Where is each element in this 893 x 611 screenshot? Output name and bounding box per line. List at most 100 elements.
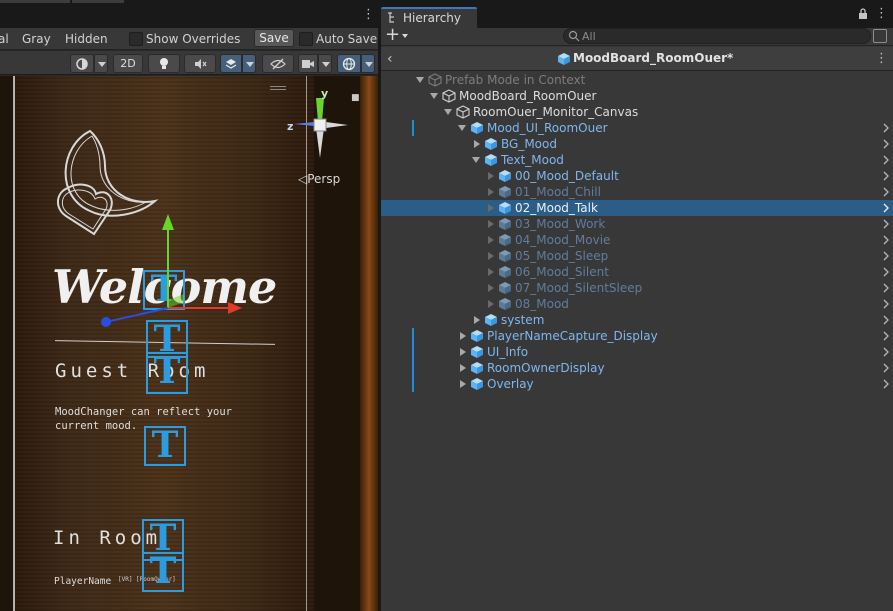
hierarchy-row[interactable]: BG_Mood — [381, 136, 893, 152]
scene-viewport[interactable]: Welcome Guest Room MoodChanger can refle… — [0, 76, 378, 611]
foldout-collapsed-icon[interactable] — [488, 236, 494, 244]
gray-mode-option[interactable]: Gray — [22, 32, 51, 46]
lock-icon[interactable] — [858, 8, 868, 20]
chevron-right-icon[interactable] — [883, 155, 889, 165]
chevron-right-icon[interactable] — [883, 139, 889, 149]
foldout-collapsed-icon[interactable] — [460, 364, 466, 372]
foldout-collapsed-icon[interactable] — [488, 172, 494, 180]
foldout-collapsed-icon[interactable] — [488, 220, 494, 228]
shading-mode-dropdown[interactable] — [94, 54, 108, 73]
viewport-grip-icon[interactable] — [270, 86, 286, 90]
override-indicator-bar — [412, 120, 414, 136]
foldout-collapsed-icon[interactable] — [474, 316, 480, 324]
hierarchy-tree[interactable]: Prefab Mode in Context MoodBoard_RoomOuer… — [381, 72, 893, 611]
foldout-collapsed-icon[interactable] — [488, 268, 494, 276]
chevron-right-icon[interactable] — [883, 171, 889, 181]
scene-menu-kebab-icon[interactable]: ⋮ — [362, 8, 375, 22]
chevron-right-icon[interactable] — [883, 363, 889, 373]
hierarchy-row[interactable]: RoomOwnerDisplay — [381, 360, 893, 376]
projection-toggle[interactable]: ◁Persp — [298, 172, 340, 186]
foldout-collapsed-icon[interactable] — [488, 252, 494, 260]
shading-sphere-icon — [76, 58, 88, 70]
prefab-menu-kebab-icon[interactable]: ⋮ — [875, 52, 888, 66]
chevron-right-icon[interactable] — [883, 283, 889, 293]
normal-mode-option[interactable]: al — [0, 32, 9, 46]
chevron-right-icon[interactable] — [883, 203, 889, 213]
scene-tab-stub[interactable] — [72, 0, 124, 3]
foldout-expanded-icon[interactable] — [430, 93, 438, 99]
foldout-collapsed-icon[interactable] — [488, 284, 494, 292]
camera-settings-button[interactable] — [298, 54, 318, 73]
chevron-right-icon[interactable] — [883, 267, 889, 277]
hierarchy-row[interactable]: RoomOuer_Monitor_Canvas — [381, 104, 893, 120]
prefab-cube-icon — [499, 202, 511, 214]
foldout-collapsed-icon[interactable] — [460, 380, 466, 388]
gizmo-lock-icon[interactable]: ■ — [351, 93, 360, 103]
text-gizmo-icon[interactable]: T — [146, 352, 188, 394]
back-arrow-icon[interactable]: ‹ — [387, 51, 397, 67]
hierarchy-row[interactable]: 06_Mood_Silent — [381, 264, 893, 280]
scene-view-panel[interactable]: ⋮ al Gray Hidden Show Overrides Save Aut… — [0, 0, 378, 611]
hierarchy-row[interactable]: 01_Mood_Chill — [381, 184, 893, 200]
hierarchy-row[interactable]: 05_Mood_Sleep — [381, 248, 893, 264]
lighting-toggle-button[interactable] — [148, 54, 180, 73]
camera-settings-dropdown[interactable] — [318, 54, 332, 73]
audio-toggle-button[interactable] — [184, 54, 216, 73]
foldout-expanded-icon[interactable] — [458, 125, 466, 131]
create-add-button[interactable]: + — [385, 26, 413, 44]
search-filter-type-icon[interactable] — [873, 29, 887, 43]
shading-mode-button[interactable] — [70, 54, 94, 73]
text-gizmo-icon[interactable]: T — [144, 426, 186, 466]
hierarchy-row[interactable]: Text_Mood — [381, 152, 893, 168]
hierarchy-row[interactable]: system — [381, 312, 893, 328]
hidden-mode-option[interactable]: Hidden — [65, 32, 108, 46]
foldout-expanded-icon[interactable] — [472, 157, 480, 163]
hierarchy-row[interactable]: 04_Mood_Movie — [381, 232, 893, 248]
2d-toggle-button[interactable]: 2D — [113, 54, 143, 73]
move-tool-gizmo[interactable] — [96, 210, 246, 330]
auto-save-checkbox[interactable] — [299, 32, 313, 46]
gizmos-toggle-button[interactable] — [337, 54, 361, 73]
hierarchy-row[interactable]: Mood_UI_RoomOuer — [381, 120, 893, 136]
hierarchy-row[interactable]: 02_Mood_Talk — [381, 200, 893, 216]
foldout-expanded-icon[interactable] — [416, 77, 424, 83]
hierarchy-row[interactable]: Prefab Mode in Context — [381, 72, 893, 88]
chevron-right-icon[interactable] — [883, 331, 889, 341]
chevron-right-icon[interactable] — [883, 187, 889, 197]
hierarchy-row[interactable]: PlayerNameCapture_Display — [381, 328, 893, 344]
chevron-right-icon[interactable] — [883, 299, 889, 309]
hierarchy-row[interactable]: 00_Mood_Default — [381, 168, 893, 184]
foldout-expanded-icon[interactable] — [444, 109, 452, 115]
scene-tab-stub[interactable] — [0, 0, 70, 3]
effects-dropdown[interactable] — [242, 54, 256, 73]
orientation-gizmo[interactable] — [288, 88, 352, 168]
chevron-right-icon[interactable] — [883, 379, 889, 389]
chevron-right-icon[interactable] — [883, 219, 889, 229]
hierarchy-menu-kebab-icon[interactable]: ⋮ — [875, 7, 888, 21]
effects-toggle-button[interactable] — [220, 54, 242, 73]
chevron-right-icon[interactable] — [883, 347, 889, 357]
foldout-collapsed-icon[interactable] — [488, 300, 494, 308]
chevron-right-icon[interactable] — [883, 123, 889, 133]
search-field[interactable] — [563, 28, 871, 44]
hierarchy-row[interactable]: 08_Mood — [381, 296, 893, 312]
hierarchy-row[interactable]: MoodBoard_RoomOuer — [381, 88, 893, 104]
chevron-right-icon[interactable] — [883, 235, 889, 245]
hierarchy-row[interactable]: 03_Mood_Work — [381, 216, 893, 232]
gizmos-dropdown[interactable] — [361, 54, 375, 73]
foldout-collapsed-icon[interactable] — [488, 188, 494, 196]
foldout-collapsed-icon[interactable] — [474, 140, 480, 148]
save-button[interactable]: Save — [254, 29, 294, 47]
hierarchy-row[interactable]: 07_Mood_SilentSleep — [381, 280, 893, 296]
scene-visibility-toggle-button[interactable] — [262, 54, 294, 73]
search-input[interactable] — [582, 29, 862, 43]
text-gizmo-icon[interactable]: T — [142, 552, 184, 592]
show-overrides-checkbox[interactable] — [129, 32, 143, 46]
hierarchy-row[interactable]: Overlay — [381, 376, 893, 392]
foldout-collapsed-icon[interactable] — [488, 204, 494, 212]
hierarchy-row[interactable]: UI_Info — [381, 344, 893, 360]
chevron-right-icon[interactable] — [883, 315, 889, 325]
foldout-collapsed-icon[interactable] — [460, 348, 466, 356]
foldout-collapsed-icon[interactable] — [460, 332, 466, 340]
chevron-right-icon[interactable] — [883, 251, 889, 261]
